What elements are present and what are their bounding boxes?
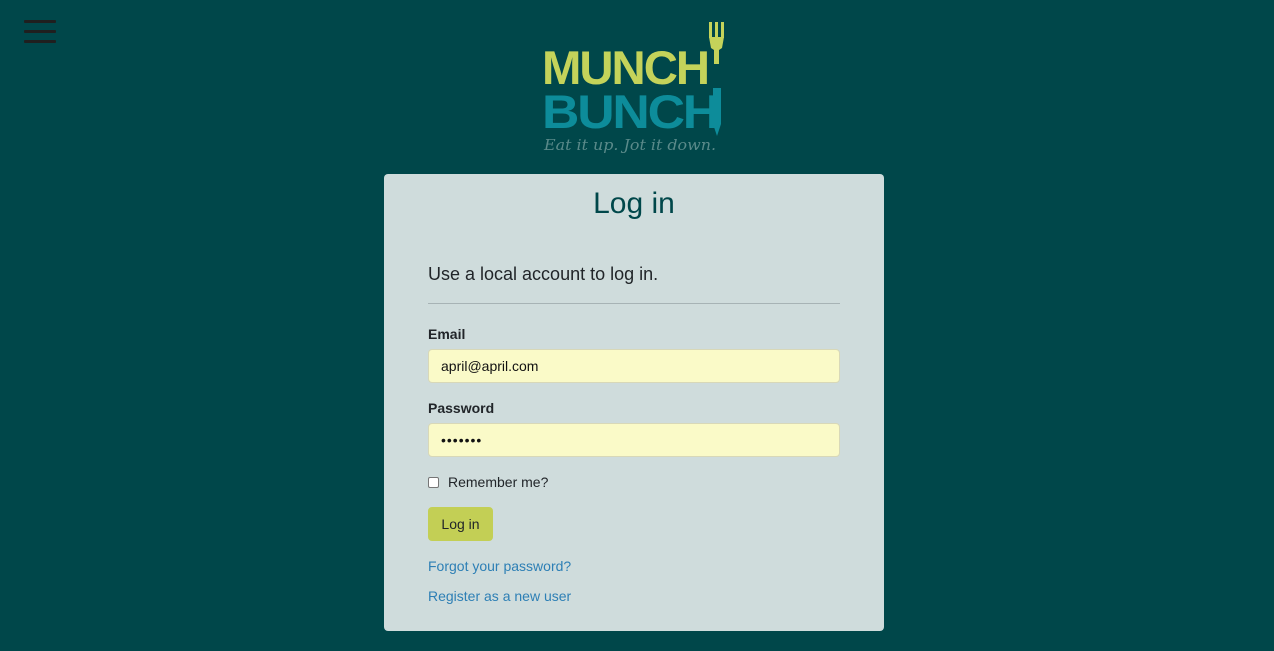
register-link[interactable]: Register as a new user [428,588,571,604]
password-field[interactable] [428,423,840,457]
logo-graphic: MUNCH BUNCH Eat it up. Jot it down. [542,22,724,154]
munch-bunch-logo[interactable]: MUNCH BUNCH Eat it up. Jot it down. [540,18,730,156]
login-button[interactable]: Log in [428,507,493,541]
page-title: Log in [593,187,675,220]
login-subtitle: Use a local account to log in. [428,264,659,284]
remember-me-label[interactable]: Remember me? [448,474,548,490]
email-field[interactable] [428,349,840,383]
password-label: Password [428,400,495,416]
hamburger-line [24,30,56,33]
email-label: Email [428,326,466,342]
logo-tagline: Eat it up. Jot it down. [543,136,716,154]
logo-bunch: BUNCH [542,85,718,138]
divider [428,303,840,304]
remember-me-checkbox[interactable] [428,476,439,488]
hamburger-line [24,20,56,23]
login-card: Log in Use a local account to log in. Em… [384,174,884,631]
hamburger-menu-icon[interactable] [24,20,56,44]
page: MUNCH BUNCH Eat it up. Jot it down. Log … [0,0,1274,651]
remember-me-row: Remember me? [428,474,548,490]
hamburger-line [24,40,56,43]
forgot-password-link[interactable]: Forgot your password? [428,558,571,574]
